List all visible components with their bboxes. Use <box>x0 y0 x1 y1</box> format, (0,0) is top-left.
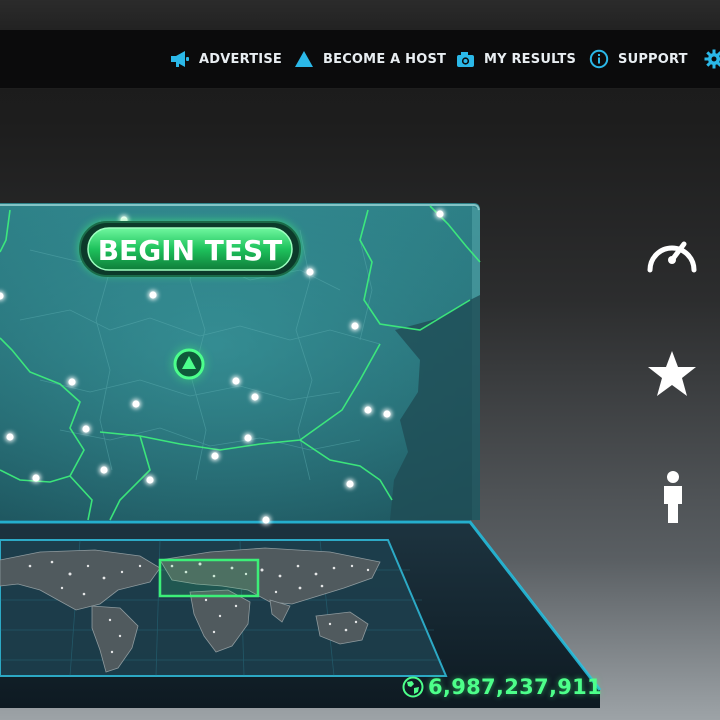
speedometer-icon[interactable] <box>644 228 700 274</box>
speedtest-stage: BEGIN TEST <box>0 203 602 708</box>
server-count-value: 6,987,237,911 <box>428 675 602 699</box>
map-highlight-region <box>158 558 260 598</box>
star-icon[interactable] <box>646 349 698 399</box>
selected-server-marker[interactable] <box>171 346 207 382</box>
globe-icon <box>402 676 424 698</box>
begin-test-label: BEGIN TEST <box>98 234 283 267</box>
server-count: 6,987,237,911 <box>402 672 602 702</box>
person-icon[interactable] <box>659 470 687 524</box>
begin-test-button[interactable]: BEGIN TEST <box>78 220 302 277</box>
